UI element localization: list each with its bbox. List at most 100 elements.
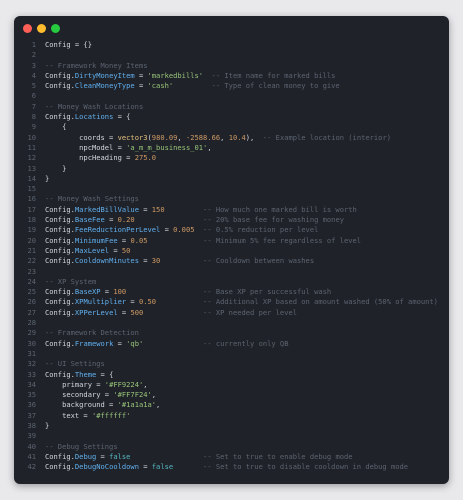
line-number: 32 <box>27 359 36 369</box>
line-source: -- Framework Money Items <box>45 60 148 70</box>
line-source: npcHeading = 275.0 <box>45 153 157 163</box>
line-number: 38 <box>27 420 36 430</box>
code-line[interactable]: 32 -- UI Settings <box>14 359 449 369</box>
code-line[interactable]: 30 Config.Framework = 'qb' -- currently o… <box>14 339 449 349</box>
code-line[interactable]: 25 Config.BaseXP = 100 -- Base XP per suc… <box>14 287 449 297</box>
code-line[interactable]: 40 -- Debug Settings <box>14 442 449 452</box>
code-line[interactable]: 4 Config.DirtyMoneyItem = 'markedbills' -… <box>14 71 449 81</box>
line-source: Config.CleanMoneyType = 'cash' -- Type o… <box>45 81 340 91</box>
code-line[interactable]: 11 npcModel = 'a_m_m_business_01', <box>14 143 449 153</box>
code-line[interactable]: 12 npcHeading = 275.0 <box>14 153 449 163</box>
line-number: 9 <box>31 122 36 132</box>
code-line[interactable]: 7 -- Money Wash Locations <box>14 102 449 112</box>
line-source: } <box>45 163 67 173</box>
code-line[interactable]: 27 Config.XPPerLevel = 500 -- XP needed p… <box>14 308 449 318</box>
line-number: 21 <box>27 245 36 255</box>
line-number: 5 <box>31 81 36 91</box>
code-editor[interactable]: 1 Config = {} 2 3 -- Framework Money Items 4 C… <box>14 40 449 472</box>
line-source: Config.XPMultiplier = 0.50 -- Additional… <box>45 297 438 307</box>
line-number: 19 <box>27 225 36 235</box>
code-line[interactable]: 31 <box>14 349 449 359</box>
line-source <box>36 318 45 328</box>
line-source: secondary = '#FF7F24', <box>45 390 157 400</box>
code-line[interactable]: 38} <box>14 421 449 431</box>
code-line[interactable]: 36 background = '#1a1a1a', <box>14 400 449 410</box>
code-window: 1 Config = {} 2 3 -- Framework Money Items 4 C… <box>14 16 449 484</box>
code-line[interactable]: 42 Config.DebugNoCooldown = false -- Set … <box>14 462 449 472</box>
line-number: 15 <box>27 184 36 194</box>
code-line[interactable]: 8 Config.Locations = { <box>14 112 449 122</box>
line-number: 2 <box>31 50 36 60</box>
line-source <box>36 50 45 60</box>
code-line[interactable]: 14} <box>14 174 449 184</box>
code-line[interactable]: 41 Config.Debug = false -- Set to true to… <box>14 452 449 462</box>
code-line[interactable]: 10 coords = vector3(980.09, -2588.66, 10… <box>14 133 449 143</box>
code-line[interactable]: 26 Config.XPMultiplier = 0.50 -- Addition… <box>14 297 449 307</box>
code-line[interactable]: 33 Config.Theme = { <box>14 370 449 380</box>
code-line[interactable]: 34 primary = '#FF9224', <box>14 380 449 390</box>
code-line[interactable]: 1 Config = {} <box>14 40 449 50</box>
code-line[interactable]: 35 secondary = '#FF7F24', <box>14 390 449 400</box>
code-line[interactable]: 15 <box>14 184 449 194</box>
line-number: 23 <box>27 266 36 276</box>
code-line[interactable]: 24 -- XP System <box>14 277 449 287</box>
line-source: Config.DirtyMoneyItem = 'markedbills' --… <box>45 70 336 80</box>
code-line[interactable]: 5 Config.CleanMoneyType = 'cash' -- Type … <box>14 81 449 91</box>
line-number: 24 <box>27 276 36 286</box>
code-line[interactable]: 9 { <box>14 122 449 132</box>
line-source: Config.MaxLevel = 50 <box>45 245 131 255</box>
maximize-window-button[interactable] <box>51 24 60 33</box>
line-source: Config.Debug = false -- Set to true to e… <box>45 451 353 461</box>
line-number: 36 <box>27 400 36 410</box>
code-line[interactable]: 18 Config.BaseFee = 0.20 -- 20% base fee … <box>14 215 449 225</box>
line-source: Config.Framework = 'qb' -- currently onl… <box>45 338 289 348</box>
line-source: primary = '#FF9224', <box>45 379 148 389</box>
code-line[interactable]: 13 } <box>14 164 449 174</box>
line-source: Config = {} <box>45 40 92 49</box>
line-source: Config.Theme = { <box>45 369 114 379</box>
line-source <box>36 349 45 359</box>
line-number: 10 <box>27 132 36 142</box>
code-line[interactable]: 17 Config.MarkedBillValue = 150 -- How mu… <box>14 205 449 215</box>
code-line[interactable]: 2 <box>14 50 449 60</box>
line-number: 12 <box>27 153 36 163</box>
line-number: 4 <box>31 70 36 80</box>
line-number: 29 <box>27 328 36 338</box>
minimize-window-button[interactable] <box>37 24 46 33</box>
code-line[interactable]: 21 Config.MaxLevel = 50 <box>14 246 449 256</box>
code-line[interactable]: 3 -- Framework Money Items <box>14 61 449 71</box>
line-source <box>36 184 45 194</box>
code-line[interactable]: 22 Config.CooldownMinutes = 30 -- Cooldow… <box>14 256 449 266</box>
line-number: 20 <box>27 235 36 245</box>
line-source: Config.FeeReductionPerLevel = 0.005 -- 0… <box>45 225 319 235</box>
line-number: 30 <box>27 338 36 348</box>
line-number: 35 <box>27 390 36 400</box>
code-line[interactable]: 6 <box>14 91 449 101</box>
code-line[interactable]: 28 <box>14 318 449 328</box>
line-number: 6 <box>31 91 36 101</box>
line-source: Config.DebugNoCooldown = false -- Set to… <box>45 462 409 472</box>
line-source: -- UI Settings <box>45 359 105 369</box>
line-number: 37 <box>27 410 36 420</box>
code-line[interactable]: 29 -- Framework Detection <box>14 328 449 338</box>
line-source: Config.XPPerLevel = 500 -- XP needed per… <box>45 307 298 317</box>
code-line[interactable]: 37 text = '#ffffff' <box>14 411 449 421</box>
line-source: -- Framework Detection <box>45 328 139 338</box>
line-number: 39 <box>27 431 36 441</box>
code-line[interactable]: 16 -- Money Wash Settings <box>14 194 449 204</box>
code-line[interactable]: 20 Config.MinimumFee = 0.05 -- Minimum 5%… <box>14 236 449 246</box>
line-number: 40 <box>27 441 36 451</box>
line-number: 7 <box>31 101 36 111</box>
line-source: -- Debug Settings <box>45 441 118 451</box>
line-source: Config.BaseXP = 100 -- Base XP per succe… <box>45 287 332 297</box>
line-number: 17 <box>27 204 36 214</box>
line-number: 25 <box>27 287 36 297</box>
line-source: -- XP System <box>45 276 97 286</box>
line-number: 42 <box>27 462 36 472</box>
code-line[interactable]: 23 <box>14 267 449 277</box>
close-window-button[interactable] <box>23 24 32 33</box>
line-number: 13 <box>27 163 36 173</box>
code-line[interactable]: 39 <box>14 431 449 441</box>
line-source: Config.BaseFee = 0.20 -- 20% base fee fo… <box>45 215 344 225</box>
code-line[interactable]: 19 Config.FeeReductionPerLevel = 0.005 --… <box>14 225 449 235</box>
